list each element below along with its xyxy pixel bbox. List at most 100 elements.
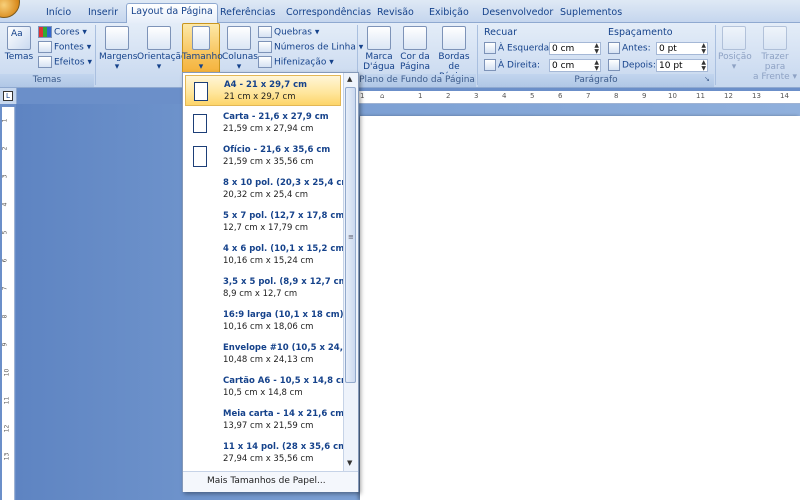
espaco-antes-input[interactable]: 0 pt ▲ ▼: [656, 42, 708, 55]
page-size-option[interactable]: 5 x 7 pol. (12,7 x 17,8 cm) 12,7 cm x 17…: [185, 207, 343, 238]
cores-button[interactable]: Cores ▾: [38, 26, 87, 40]
colunas-button[interactable]: Colunas ▾: [222, 26, 258, 72]
page-size-option[interactable]: 4 x 6 pol. (10,1 x 15,2 cm) 10,16 cm x 1…: [185, 240, 343, 271]
spinner-arrows-icon[interactable]: ▲ ▼: [701, 60, 706, 72]
group-label-paragrafo: Parágrafo: [478, 74, 714, 87]
ruler-number: 12: [3, 424, 11, 433]
columns-icon: [227, 26, 251, 50]
tab-inicio[interactable]: Início: [42, 5, 75, 22]
option-title: Ofício - 21,6 x 35,6 cm: [223, 145, 331, 155]
option-dimensions: 21 cm x 29,7 cm: [224, 92, 296, 102]
page-size-list: A4 - 21 x 29,7 cm 21 cm x 29,7 cm Carta …: [183, 73, 343, 471]
page-borders-icon: [442, 26, 466, 50]
tab-exibicao[interactable]: Exibição: [425, 5, 473, 22]
tab-selector[interactable]: L: [0, 88, 17, 104]
option-dimensions: 10,48 cm x 24,13 cm: [223, 355, 314, 365]
dropdown-scrollbar[interactable]: ▲ ≡ ▼: [343, 73, 358, 471]
option-title: Meia carta - 14 x 21,6 cm: [223, 409, 343, 419]
option-title: Carta - 21,6 x 27,9 cm: [223, 112, 329, 122]
page-size-option[interactable]: Meia carta - 14 x 21,6 cm 13,97 cm x 21,…: [185, 405, 343, 436]
breaks-icon: [258, 26, 272, 38]
office-button[interactable]: [0, 0, 20, 18]
ruler-number: 2: [1, 146, 9, 151]
espaco-depois-input[interactable]: 10 pt ▲ ▼: [656, 59, 708, 72]
tab-layout-da-pagina[interactable]: Layout da Página: [126, 3, 218, 23]
scroll-up-icon[interactable]: ▲: [347, 75, 352, 83]
spacing-before-icon: [608, 42, 620, 54]
scrollbar-thumb[interactable]: ≡: [345, 87, 356, 383]
dialog-launcher-icon[interactable]: ↘: [704, 75, 710, 83]
fonts-icon: [38, 41, 52, 53]
page-size-dropdown: A4 - 21 x 29,7 cm 21 cm x 29,7 cm Carta …: [182, 72, 359, 492]
page-size-option[interactable]: 8 x 10 pol. (20,3 x 25,4 cm) 20,32 cm x …: [185, 174, 343, 205]
trazer-label-2: a Frente: [752, 72, 790, 82]
ruler-number: 7: [1, 286, 9, 291]
tab-suplementos[interactable]: Suplementos: [556, 5, 626, 22]
horizontal-ruler[interactable]: ⌂ 1 1 2 3 4 5 6 7 8 9 10 11 12 13 14: [356, 91, 800, 104]
spinner-arrows-icon[interactable]: ▲ ▼: [594, 60, 599, 72]
page-size-option[interactable]: Cartão A6 - 10,5 x 14,8 cm 10,5 cm x 14,…: [185, 372, 343, 403]
option-title: 4 x 6 pol. (10,1 x 15,2 cm): [223, 244, 343, 254]
tab-stop-icon: L: [3, 91, 13, 101]
scroll-down-icon[interactable]: ▼: [347, 459, 352, 467]
spinner-arrows-icon[interactable]: ▲ ▼: [701, 43, 706, 55]
ribbon-tab-bar: Início Inserir Layout da Página Referênc…: [0, 0, 800, 23]
page-size-option[interactable]: Envelope #10 (10,5 x 24,1 cm) 10,48 cm x…: [185, 339, 343, 370]
option-title: 3,5 x 5 pol. (8,9 x 12,7 cm): [223, 277, 343, 287]
orientation-icon: [147, 26, 171, 50]
hifenizacao-button[interactable]: Hifenização ▾: [258, 56, 334, 70]
option-title: 11 x 14 pol. (28 x 35,6 cm): [223, 442, 343, 452]
mais-tamanhos-de-papel[interactable]: Mais Tamanhos de Papel...: [183, 471, 358, 492]
espacamento-heading: Espaçamento: [608, 27, 673, 38]
recuo-direita-input[interactable]: 0 cm ▲ ▼: [549, 59, 601, 72]
option-dimensions: 8,9 cm x 12,7 cm: [223, 289, 298, 299]
page-size-icon: [192, 26, 210, 50]
tab-desenvolvedor[interactable]: Desenvolvedor: [478, 5, 557, 22]
numeros-de-linha-button[interactable]: Números de Linha ▾: [258, 41, 363, 55]
tab-referencias[interactable]: Referências: [216, 5, 279, 22]
spinner-arrows-icon[interactable]: ▲ ▼: [594, 43, 599, 55]
page-color-icon: [403, 26, 427, 50]
tab-revisao[interactable]: Revisão: [373, 5, 418, 22]
recuo-esquerda-input[interactable]: 0 cm ▲ ▼: [549, 42, 601, 55]
page-size-option[interactable]: Carta - 21,6 x 27,9 cm 21,59 cm x 27,94 …: [185, 108, 341, 139]
ruler-indent-marker-icon[interactable]: ⌂: [380, 92, 384, 100]
page-size-option[interactable]: 11 x 14 pol. (28 x 35,6 cm) 27,94 cm x 3…: [185, 438, 343, 469]
option-dimensions: 10,5 cm x 14,8 cm: [223, 388, 303, 398]
spacing-after-icon: [608, 59, 620, 71]
bring-to-front-icon: [763, 26, 787, 50]
ruler-number: 9: [642, 92, 647, 100]
page-size-option[interactable]: Ofício - 21,6 x 35,6 cm 21,59 cm x 35,56…: [185, 141, 341, 172]
ruler-number: 11: [696, 92, 705, 100]
themes-icon: Aa: [7, 26, 31, 50]
group-label-temas: Temas: [0, 74, 94, 87]
fontes-button[interactable]: Fontes ▾: [38, 41, 91, 55]
trazer-para-frente-button[interactable]: Trazer para a Frente ▾: [752, 26, 798, 82]
tamanho-label: Tamanho: [182, 52, 223, 62]
direita-text: À Direita:: [498, 60, 541, 71]
ruler-number: 3: [474, 92, 479, 100]
efeitos-button[interactable]: Efeitos ▾: [38, 56, 92, 70]
quebras-button[interactable]: Quebras ▾: [258, 26, 319, 40]
temas-button[interactable]: Aa Temas: [4, 26, 34, 62]
option-dimensions: 21,59 cm x 27,94 cm: [223, 124, 314, 134]
tamanho-button[interactable]: Tamanho ▾: [182, 26, 223, 72]
vertical-ruler[interactable]: 1 2 3 4 5 6 7 8 9 10 11 12 13: [1, 107, 15, 500]
ruler-number: 5: [1, 230, 9, 235]
document-page[interactable]: [360, 116, 800, 500]
temas-label: Temas: [4, 52, 34, 62]
orientacao-button[interactable]: Orientação ▾: [137, 26, 187, 72]
colors-icon: [38, 26, 52, 38]
posicao-button[interactable]: Posição ▾: [718, 26, 752, 72]
recuo-esquerda-label: À Esquerda:: [484, 42, 552, 56]
option-title: 8 x 10 pol. (20,3 x 25,4 cm): [223, 178, 343, 188]
separator: [95, 25, 96, 85]
ruler-number: 12: [724, 92, 733, 100]
ribbon: Aa Temas Cores ▾ Fontes ▾ Efeitos ▾ Tema…: [0, 23, 800, 88]
page-size-option[interactable]: 3,5 x 5 pol. (8,9 x 12,7 cm) 8,9 cm x 12…: [185, 273, 343, 304]
tab-inserir[interactable]: Inserir: [84, 5, 122, 22]
page-size-option[interactable]: A4 - 21 x 29,7 cm 21 cm x 29,7 cm: [185, 75, 341, 106]
page-size-option[interactable]: 16:9 larga (10,1 x 18 cm) 10,16 cm x 18,…: [185, 306, 343, 337]
margens-button[interactable]: Margens ▾: [99, 26, 137, 72]
tab-correspondencias[interactable]: Correspondências: [282, 5, 375, 22]
